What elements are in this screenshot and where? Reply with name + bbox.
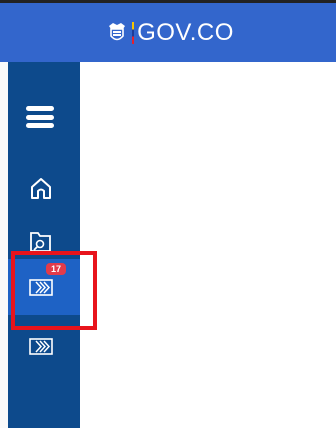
menu-toggle-button[interactable] <box>8 99 80 135</box>
flag-divider <box>132 21 135 44</box>
brand-text: GOV.CO <box>137 18 234 46</box>
colombia-crest-icon <box>109 22 126 40</box>
sidebar-item-inbox-active[interactable]: 17 <box>8 259 80 315</box>
inbox-arrows-icon <box>29 338 53 355</box>
inbox-arrows-icon <box>29 279 53 296</box>
hamburger-menu-icon <box>26 106 54 128</box>
sidebar: 17 <box>8 62 80 428</box>
gov-co-brand[interactable]: GOV.CO <box>106 19 234 47</box>
left-edge-strip <box>0 62 8 428</box>
sidebar-item-search-folder[interactable] <box>8 226 80 258</box>
notification-badge: 17 <box>46 263 66 275</box>
sidebar-item-inbox-secondary[interactable] <box>8 330 80 362</box>
home-icon <box>31 178 51 199</box>
app-header: GOV.CO <box>0 3 336 62</box>
folder-search-icon <box>30 232 51 252</box>
sidebar-item-home[interactable] <box>8 170 80 206</box>
